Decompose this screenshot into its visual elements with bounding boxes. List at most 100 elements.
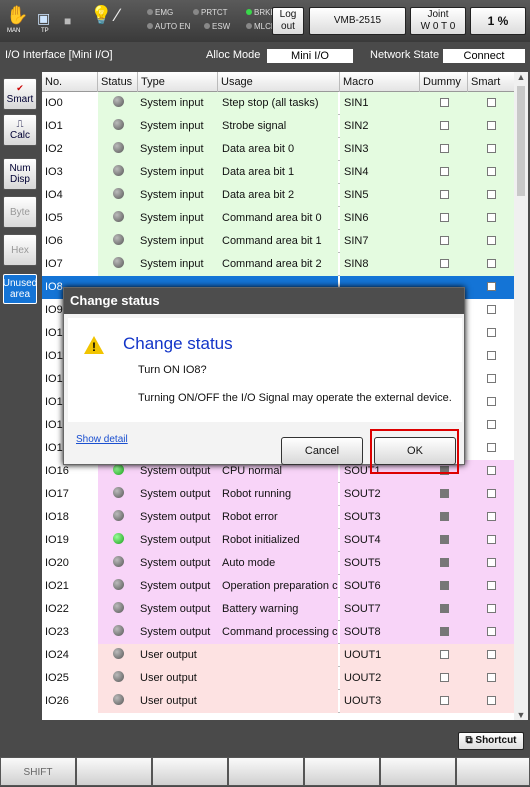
dummy-checkbox[interactable] xyxy=(439,627,449,636)
smart-cell[interactable] xyxy=(468,92,514,115)
table-row[interactable]: IO18 System output Robot error SOUT3 xyxy=(42,506,514,529)
table-row[interactable]: IO2 System input Data area bit 0 SIN3 xyxy=(42,138,514,161)
table-row[interactable]: IO23 System output Command processing co SO… xyxy=(42,621,514,644)
smart-cell[interactable] xyxy=(468,690,514,713)
table-row[interactable]: IO5 System input Command area bit 0 SIN6 xyxy=(42,207,514,230)
dummy-checkbox[interactable] xyxy=(439,98,449,107)
smart-cell[interactable] xyxy=(468,483,514,506)
scroll-thumb[interactable] xyxy=(517,86,525,196)
robot-model-button[interactable]: VMB-2515 xyxy=(309,7,406,35)
smart-cell[interactable] xyxy=(468,575,514,598)
status-led-off-icon[interactable] xyxy=(112,625,124,636)
smart-checkbox[interactable] xyxy=(486,190,496,199)
header-type[interactable]: Type xyxy=(138,72,218,92)
status-cell[interactable] xyxy=(98,598,138,621)
status-cell[interactable] xyxy=(98,690,138,713)
status-led-off-icon[interactable] xyxy=(112,257,124,268)
status-cell[interactable] xyxy=(98,184,138,207)
table-row[interactable]: IO0 System input Step stop (all tasks) SIN1 xyxy=(42,92,514,115)
table-row[interactable]: IO19 System output Robot initialized SOUT4 xyxy=(42,529,514,552)
header-dummy[interactable]: Dummy xyxy=(420,72,468,92)
status-led-off-icon[interactable] xyxy=(112,188,124,199)
dummy-cell[interactable] xyxy=(420,207,468,230)
status-cell[interactable] xyxy=(98,92,138,115)
dummy-checkbox[interactable] xyxy=(439,673,449,682)
dummy-cell[interactable] xyxy=(420,575,468,598)
smart-checkbox[interactable] xyxy=(486,627,496,636)
lightbulb-icon[interactable]: 💡 xyxy=(90,6,112,24)
dummy-cell[interactable] xyxy=(420,161,468,184)
function-key-2[interactable] xyxy=(152,757,228,786)
smart-cell[interactable] xyxy=(468,115,514,138)
dummy-cell[interactable] xyxy=(420,506,468,529)
speed-button[interactable]: 1 % xyxy=(470,7,526,35)
smart-checkbox[interactable] xyxy=(486,351,496,360)
smart-checkbox[interactable] xyxy=(486,558,496,567)
status-cell[interactable] xyxy=(98,161,138,184)
smart-cell[interactable] xyxy=(468,138,514,161)
table-row[interactable]: IO24 User output UOUT1 xyxy=(42,644,514,667)
function-key-6[interactable] xyxy=(456,757,530,786)
dummy-cell[interactable] xyxy=(420,138,468,161)
table-row[interactable]: IO4 System input Data area bit 2 SIN5 xyxy=(42,184,514,207)
status-cell[interactable] xyxy=(98,529,138,552)
smart-checkbox[interactable] xyxy=(486,328,496,337)
smart-cell[interactable] xyxy=(468,368,514,391)
status-led-off-icon[interactable] xyxy=(112,96,124,107)
smart-cell[interactable] xyxy=(468,529,514,552)
smart-checkbox[interactable] xyxy=(486,420,496,429)
header-no[interactable]: No. xyxy=(42,72,98,92)
smart-checkbox[interactable] xyxy=(486,673,496,682)
table-row[interactable]: IO21 System output Operation preparation c… xyxy=(42,575,514,598)
status-cell[interactable] xyxy=(98,253,138,276)
table-row[interactable]: IO7 System input Command area bit 2 SIN8 xyxy=(42,253,514,276)
function-key-5[interactable] xyxy=(380,757,456,786)
dummy-checkbox[interactable] xyxy=(439,696,449,705)
logout-button[interactable]: Log out xyxy=(272,7,304,35)
shortcut-button[interactable]: ⧉ Shortcut xyxy=(458,732,524,750)
smart-cell[interactable] xyxy=(468,322,514,345)
status-led-on-icon[interactable] xyxy=(112,464,124,475)
function-key-1[interactable] xyxy=(76,757,152,786)
table-row[interactable]: IO3 System input Data area bit 1 SIN4 xyxy=(42,161,514,184)
smart-cell[interactable] xyxy=(468,391,514,414)
status-cell[interactable] xyxy=(98,506,138,529)
smart-cell[interactable] xyxy=(468,437,514,460)
smart-checkbox[interactable] xyxy=(486,144,496,153)
status-led-off-icon[interactable] xyxy=(112,671,124,682)
unused-area-button[interactable]: Unused area xyxy=(3,274,37,304)
wrench-icon[interactable]: ∕ xyxy=(116,6,119,24)
dummy-cell[interactable] xyxy=(420,184,468,207)
dummy-cell[interactable] xyxy=(420,644,468,667)
dummy-checkbox[interactable] xyxy=(439,167,449,176)
smart-checkbox[interactable] xyxy=(486,466,496,475)
smart-cell[interactable] xyxy=(468,644,514,667)
hand-icon[interactable]: ✋ xyxy=(6,6,28,24)
table-row[interactable]: IO20 System output Auto mode SOUT5 xyxy=(42,552,514,575)
dummy-checkbox[interactable] xyxy=(439,121,449,130)
smart-checkbox[interactable] xyxy=(486,98,496,107)
header-status[interactable]: Status xyxy=(98,72,138,92)
dummy-cell[interactable] xyxy=(420,552,468,575)
status-led-off-icon[interactable] xyxy=(112,234,124,245)
dummy-checkbox[interactable] xyxy=(439,489,449,498)
status-led-off-icon[interactable] xyxy=(112,165,124,176)
dummy-checkbox[interactable] xyxy=(439,259,449,268)
cancel-button[interactable]: Cancel xyxy=(281,437,363,465)
dummy-checkbox[interactable] xyxy=(439,190,449,199)
smart-cell[interactable] xyxy=(468,460,514,483)
dummy-cell[interactable] xyxy=(420,690,468,713)
table-scrollbar[interactable]: ▲ ▼ xyxy=(514,72,528,720)
smart-cell[interactable] xyxy=(468,598,514,621)
dummy-checkbox[interactable] xyxy=(439,236,449,245)
status-cell[interactable] xyxy=(98,621,138,644)
smart-checkbox[interactable] xyxy=(486,512,496,521)
smart-checkbox[interactable] xyxy=(486,236,496,245)
smart-checkbox[interactable] xyxy=(486,374,496,383)
table-row[interactable]: IO22 System output Battery warning SOUT7 xyxy=(42,598,514,621)
smart-checkbox[interactable] xyxy=(486,581,496,590)
dummy-cell[interactable] xyxy=(420,230,468,253)
smart-checkbox[interactable] xyxy=(486,650,496,659)
function-key-4[interactable] xyxy=(304,757,380,786)
status-led-off-icon[interactable] xyxy=(112,487,124,498)
